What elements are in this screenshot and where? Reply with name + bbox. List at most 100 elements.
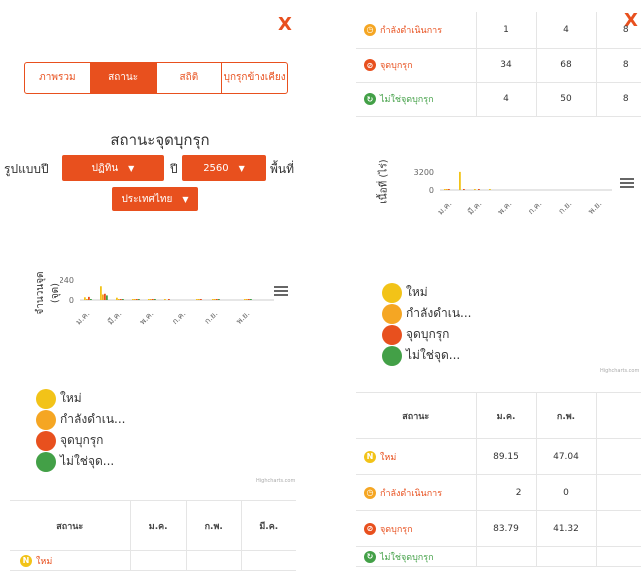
table-row: ↻ ไม่ใช่จุดบุกรุก <box>356 546 641 567</box>
legend-item-in-progress[interactable]: กำลังดำเน... <box>382 303 472 324</box>
status-count-chart: 240 0 ม.ค. มี.ค. พ.ค. ก.ค. ก.ย. พ.ย. <box>60 276 274 327</box>
table-header: ก.พ. <box>186 500 242 551</box>
chart-bar <box>444 189 446 190</box>
close-button[interactable]: X <box>278 14 292 35</box>
chart-menu-icon[interactable] <box>274 284 288 298</box>
legend-dot <box>36 388 56 409</box>
tab-statistics[interactable]: สถิติ <box>157 63 223 93</box>
chart-bar <box>150 299 152 300</box>
chart-bar <box>214 299 216 300</box>
x-tick-label: พ.ย. <box>234 309 251 326</box>
table-header: มี.ค. <box>241 500 296 551</box>
legend-dot <box>36 451 56 472</box>
x-tick-label: มี.ค. <box>106 309 123 326</box>
chart-bar <box>84 297 86 300</box>
table-row: ↻ ไม่ใช่จุดบุกรุก 4 50 8 <box>356 82 641 117</box>
tab-overview[interactable]: ภาพรวม <box>25 63 91 93</box>
table-header: ม.ค. <box>130 500 187 551</box>
table-row: N ใหม่ <box>10 550 296 571</box>
y-tick-label: 240 <box>60 276 74 285</box>
legend-item-new[interactable]: ใหม่ <box>382 282 472 303</box>
legend-item-not-intrusion[interactable]: ไม่ใช่จุด... <box>382 345 472 366</box>
chart-bar <box>118 299 120 300</box>
tab-status[interactable]: สถานะ <box>90 63 157 93</box>
y-tick-label: 3200 <box>414 168 434 177</box>
caret-down-icon: ▼ <box>238 163 245 173</box>
table-row: ⊘ จุดบุกรุก 83.79 41.32 <box>356 510 641 547</box>
legend-dot <box>382 324 402 345</box>
area-dropdown[interactable]: ประเทศไทย ▼ <box>112 187 198 211</box>
chart-menu-icon[interactable] <box>620 176 634 190</box>
x-tick-label: ม.ค. <box>74 309 91 326</box>
caret-down-icon: ▼ <box>128 163 135 173</box>
tab-bar: ภาพรวม สถานะ สถิติ บุกรุกข้างเคียง <box>24 62 288 94</box>
y-tick-label: 0 <box>429 186 434 195</box>
year-value: 2560 <box>203 162 229 174</box>
clock-icon: ◷ <box>364 23 376 36</box>
chart-bar <box>244 299 246 300</box>
year-model-value: ปฏิทิน <box>91 162 119 174</box>
chart-bar <box>88 296 90 300</box>
year-model-dropdown[interactable]: ปฏิทิน ▼ <box>62 155 164 181</box>
chart-bar <box>90 299 92 300</box>
legend-dot <box>36 430 56 451</box>
legend-item-new[interactable]: ใหม่ <box>36 388 126 409</box>
chart-bar <box>216 299 218 300</box>
chart-bar <box>104 293 106 300</box>
legend-item-not-intrusion[interactable]: ไม่ใช่จุด... <box>36 451 126 472</box>
chart-bar <box>148 299 150 300</box>
chart-bar <box>106 295 108 300</box>
x-tick-label: พ.ย. <box>586 199 603 216</box>
x-tick-label: ม.ค. <box>436 199 453 216</box>
x-tick-label: พ.ค. <box>138 309 155 326</box>
area-value: ประเทศไทย <box>121 193 173 205</box>
chart-bar <box>446 189 448 190</box>
chart-bar <box>136 299 138 300</box>
new-status-icon: N <box>364 450 376 463</box>
chart-bar <box>250 299 252 300</box>
x-tick-label: ก.ค. <box>526 199 543 216</box>
chart-bar <box>152 299 154 300</box>
chart-credit[interactable]: Highcharts.com <box>256 478 295 484</box>
chart-bar <box>218 299 220 300</box>
legend-item-in-progress[interactable]: กำลังดำเน... <box>36 409 126 430</box>
x-tick-label: ก.ย. <box>203 309 220 326</box>
chart-legend: ใหม่ กำลังดำเน... จุดบุกรุก ไม่ใช่จุด... <box>382 282 472 366</box>
chart-bar <box>248 299 250 300</box>
table-header: ม.ค. <box>476 392 537 439</box>
table-row: ⊘ จุดบุกรุก 34 68 8 <box>356 48 641 83</box>
x-tick-label: มี.ค. <box>466 199 483 216</box>
block-icon: ⊘ <box>364 59 376 71</box>
chart-bar <box>138 299 140 300</box>
status-area-chart: 3200 0 ม.ค. มี.ค. พ.ค. ก.ค. ก.ย. พ.ย. <box>414 168 612 217</box>
block-icon: ⊘ <box>364 522 376 535</box>
legend-item-intrusion[interactable]: จุดบุกรุก <box>382 324 472 345</box>
x-tick-label: ก.ย. <box>557 199 574 216</box>
area-label: พื้นที่ <box>270 162 295 176</box>
chart-bar <box>463 189 465 190</box>
chart-credit[interactable]: Highcharts.com <box>600 368 639 374</box>
new-status-icon: N <box>20 554 32 567</box>
chart-bar <box>168 299 170 300</box>
model-label: รูปแบบปี <box>4 162 49 176</box>
top-status-table: ◷ กำลังดำเนินการ 1 4 8 ⊘ จุดบุกรุก 34 68 8… <box>356 12 641 117</box>
table-row: N ใหม่ 89.15 47.04 <box>356 438 641 475</box>
chart-bar <box>478 189 480 190</box>
year-dropdown[interactable]: 2560 ▼ <box>182 155 266 181</box>
y-tick-label: 0 <box>69 296 74 305</box>
tab-adjacent[interactable]: บุกรุกข้างเคียง <box>222 63 287 93</box>
chart-bar <box>196 299 198 300</box>
area-table: สถานะ ม.ค. ก.พ. N ใหม่ 89.15 47.04 ◷ กำลัง… <box>356 392 641 567</box>
chart-bar <box>86 299 88 300</box>
clock-icon: ◷ <box>364 486 376 499</box>
chart-bar <box>198 299 200 300</box>
chart-bar <box>100 286 102 300</box>
legend-item-intrusion[interactable]: จุดบุกรุก <box>36 430 126 451</box>
legend-dot <box>382 282 402 303</box>
table-header: สถานะ <box>10 500 131 551</box>
page-title: สถานะจุดบุกรุก <box>110 131 210 149</box>
refresh-icon: ↻ <box>364 550 376 563</box>
table-row: ◷ กำลังดำเนินการ 1 4 8 <box>356 12 641 49</box>
chart-bar <box>154 299 156 300</box>
legend-dot <box>382 345 402 366</box>
